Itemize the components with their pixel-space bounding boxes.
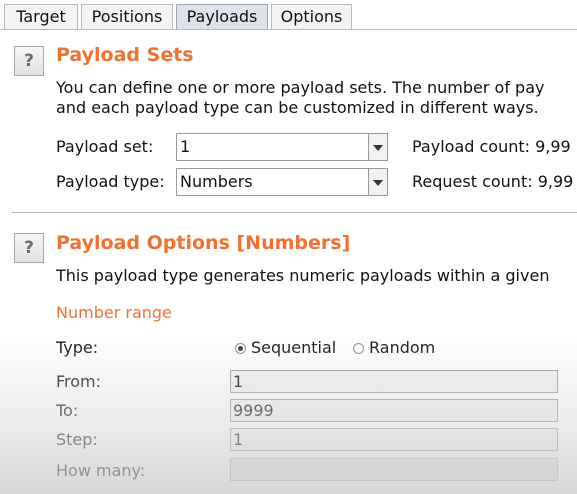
payload-sets-description-line1: You can define one or more payload sets.… bbox=[56, 78, 545, 97]
chevron-down-icon[interactable] bbox=[368, 169, 387, 195]
step-field[interactable]: 1 bbox=[230, 428, 558, 451]
payload-sets-help-icon[interactable]: ? bbox=[14, 46, 44, 76]
random-label[interactable]: Random bbox=[369, 338, 435, 358]
sequential-radio[interactable] bbox=[235, 343, 246, 354]
sequential-label[interactable]: Sequential bbox=[251, 338, 336, 358]
to-label: To: bbox=[56, 401, 79, 420]
payload-set-value: 1 bbox=[180, 137, 191, 156]
from-field[interactable]: 1 bbox=[230, 370, 558, 393]
section-divider bbox=[12, 212, 577, 213]
random-radio[interactable] bbox=[353, 343, 364, 354]
payload-set-select[interactable]: 1 bbox=[176, 133, 388, 161]
how-many-label: How many: bbox=[56, 461, 146, 480]
tab-positions[interactable]: Positions bbox=[81, 4, 173, 29]
tab-target[interactable]: Target bbox=[4, 4, 78, 29]
tab-bar: Target Positions Payloads Options bbox=[0, 0, 577, 30]
payload-sets-title: Payload Sets bbox=[56, 44, 194, 66]
tab-bar-divider bbox=[0, 29, 577, 30]
payload-type-select[interactable]: Numbers bbox=[176, 168, 388, 196]
payload-options-title: Payload Options [Numbers] bbox=[56, 232, 351, 254]
payload-options-help-icon[interactable]: ? bbox=[14, 233, 44, 263]
request-count: Request count: 9,99 bbox=[412, 172, 574, 191]
tab-payloads[interactable]: Payloads bbox=[176, 4, 268, 30]
payload-options-description: This payload type generates numeric payl… bbox=[56, 266, 550, 285]
how-many-field[interactable] bbox=[230, 458, 558, 481]
payload-type-label: Payload type: bbox=[56, 172, 165, 191]
tab-options[interactable]: Options bbox=[271, 4, 352, 29]
to-field[interactable]: 9999 bbox=[230, 399, 558, 422]
step-label: Step: bbox=[56, 430, 98, 449]
payload-sets-description-line2: and each payload type can be customized … bbox=[56, 98, 539, 117]
payload-set-label: Payload set: bbox=[56, 137, 154, 156]
number-type-label: Type: bbox=[56, 338, 99, 357]
payload-count: Payload count: 9,99 bbox=[412, 137, 571, 156]
payload-type-value: Numbers bbox=[180, 172, 253, 191]
from-label: From: bbox=[56, 372, 102, 391]
number-range-heading: Number range bbox=[56, 303, 172, 322]
chevron-down-icon[interactable] bbox=[368, 134, 387, 160]
